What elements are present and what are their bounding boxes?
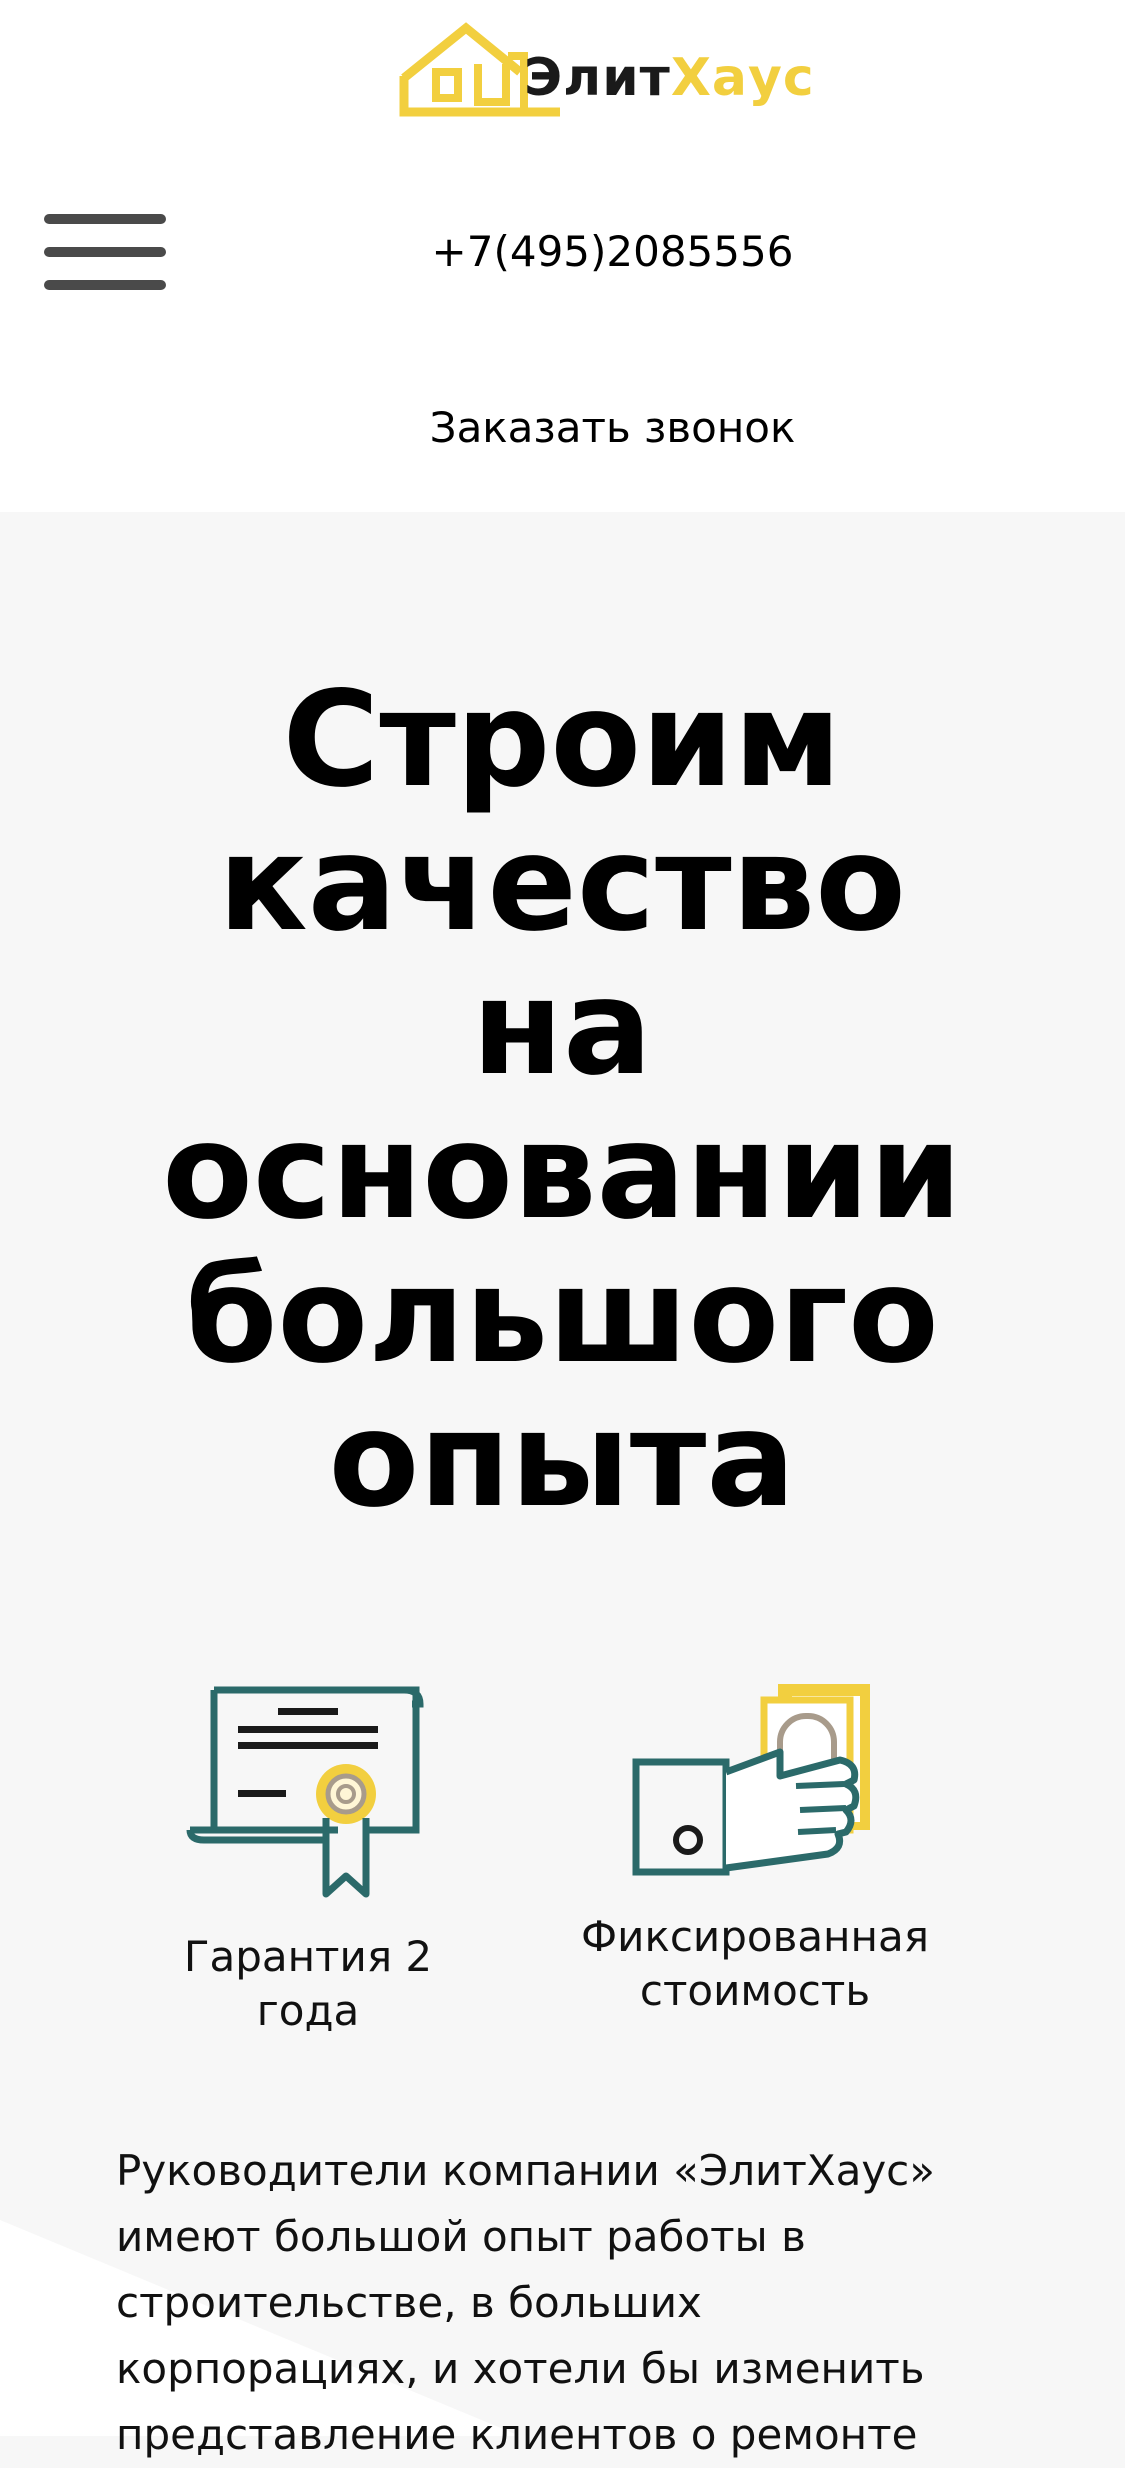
feature-fixed-price-label: Фиксированная стоимость (581, 1912, 929, 2015)
hero-title: Строим качество на основании большого оп… (162, 663, 962, 1537)
feature-fixed-price: Фиксированная стоимость (560, 1680, 950, 2018)
logo-text: ЭлитХаус (524, 48, 815, 108)
certificate-icon (186, 1686, 424, 1898)
phone-link[interactable]: +7(495)2085556 (0, 222, 1125, 282)
hand-money-icon (632, 1684, 870, 1876)
about-text: Руководители компании «ЭлитХаус» имеют б… (116, 2146, 935, 2459)
logo-text-part1: Элит (524, 48, 671, 108)
logo-text-part2: Хаус (670, 48, 815, 108)
feature-warranty: Гарантия 2 года (160, 1680, 456, 2038)
site-header: ЭлитХаус +7(495)2085556 Заказать звонок (0, 0, 1125, 512)
feature-warranty-label: Гарантия 2 года (183, 1932, 433, 2035)
logo[interactable]: ЭлитХаус (396, 18, 814, 122)
callback-button[interactable]: Заказать звонок (0, 398, 1125, 458)
